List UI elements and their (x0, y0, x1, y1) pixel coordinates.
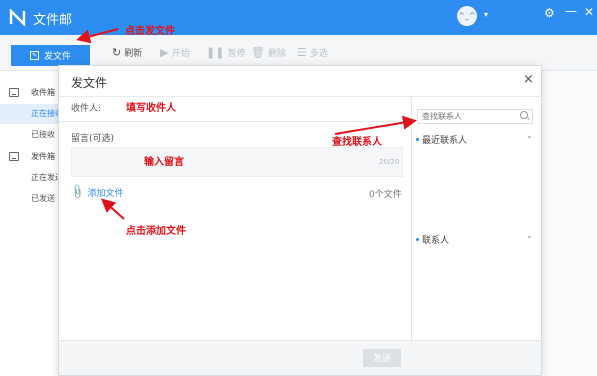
outbox-label: 发件箱 (31, 152, 55, 161)
user-avatar[interactable]: ^_^ (457, 6, 477, 26)
bullet-dot-icon (416, 138, 419, 141)
divider (59, 121, 411, 122)
send-button[interactable]: 发送 (363, 349, 401, 367)
contacts-pane: 最近联系人 ⌄ 联系人 ⌄ (412, 97, 541, 375)
settings-gear-icon[interactable]: ⚙ (544, 6, 555, 20)
contact-search-input[interactable] (417, 109, 533, 124)
close-window-icon[interactable]: ✕ (584, 5, 594, 19)
send-file-button[interactable]: ✎ 发文件 (11, 45, 90, 66)
start-button[interactable]: ▶ 开始 (160, 46, 189, 59)
sidebar-item-sending[interactable]: 正在发送 (0, 168, 60, 188)
chevron-down-icon[interactable]: ⌄ (526, 231, 533, 240)
multi-select-button[interactable]: ☰ 多选 (297, 46, 328, 59)
annotation-click-add-file: 点击添加文件 (126, 226, 186, 237)
pause-icon: ❚❚ (206, 46, 225, 59)
refresh-button[interactable]: ↻ 刷新 (112, 46, 142, 59)
search-icon[interactable] (520, 111, 528, 119)
bullet-dot-icon (416, 238, 419, 241)
outbox-icon (9, 152, 19, 161)
app-title: 文件邮 (33, 13, 73, 28)
sidebar: 收件箱 正在接收 已接收 发件箱 正在发送 已发送 (0, 71, 60, 376)
annotation-click-send: 点击发文件 (125, 26, 175, 37)
chevron-down-icon[interactable]: ⌄ (526, 131, 533, 140)
annotation-fill-recipient: 填写收件人 (126, 103, 176, 114)
app-logo-icon (9, 9, 26, 26)
play-icon: ▶ (160, 46, 169, 59)
sidebar-item-inbox[interactable]: 收件箱 (0, 83, 60, 103)
list-icon: ☰ (297, 46, 307, 59)
contacts-group[interactable]: 联系人 (416, 233, 449, 246)
send-file-label: 发文件 (43, 52, 71, 62)
recent-contacts-group[interactable]: 最近联系人 (416, 133, 467, 146)
sidebar-item-sent[interactable]: 已发送 (0, 189, 60, 209)
delete-button[interactable]: 🗑 删除 (251, 46, 286, 59)
refresh-icon: ↻ (112, 46, 122, 59)
sidebar-item-receiving[interactable]: 正在接收 (0, 104, 60, 124)
message-textarea[interactable] (71, 147, 403, 177)
start-label: 开始 (171, 49, 190, 59)
close-icon[interactable]: × (523, 72, 534, 87)
paperclip-icon: 📎 (68, 184, 86, 201)
trash-icon: 🗑 (251, 46, 265, 59)
file-count: 0个文件 (369, 190, 402, 200)
multi-select-label: 多选 (309, 49, 328, 59)
inbox-label: 收件箱 (31, 88, 55, 97)
message-label: 留言(可选) (71, 134, 115, 144)
add-file-link[interactable]: 📎 添加文件 (68, 184, 124, 201)
inbox-icon (9, 88, 19, 97)
refresh-label: 刷新 (124, 49, 143, 59)
message-char-count: 20/20 (379, 158, 400, 166)
pause-button[interactable]: ❚❚ 暂停 (206, 46, 245, 59)
dialog-footer: 发送 (59, 340, 541, 375)
compose-icon: ✎ (29, 51, 39, 60)
app-title-bar: 文件邮 ^_^ ▾ ⚙ — ✕ (0, 0, 597, 35)
dialog-title: 发文件 (71, 76, 108, 90)
minimize-icon[interactable]: — (565, 4, 577, 18)
delete-label: 删除 (267, 49, 286, 59)
dialog-header: 发文件 × (59, 66, 541, 97)
user-menu-chevron-icon[interactable]: ▾ (484, 10, 488, 19)
pause-label: 暂停 (227, 49, 246, 59)
annotation-enter-message: 输入留言 (144, 157, 184, 168)
recent-contacts-label: 最近联系人 (422, 136, 468, 146)
contacts-label: 联系人 (422, 236, 450, 246)
add-file-label: 添加文件 (87, 189, 124, 199)
annotation-find-contact: 查找联系人 (332, 137, 382, 148)
sidebar-item-outbox[interactable]: 发件箱 (0, 147, 60, 167)
sidebar-item-received[interactable]: 已接收 (0, 125, 60, 145)
recipient-label: 收件人: (71, 104, 102, 114)
